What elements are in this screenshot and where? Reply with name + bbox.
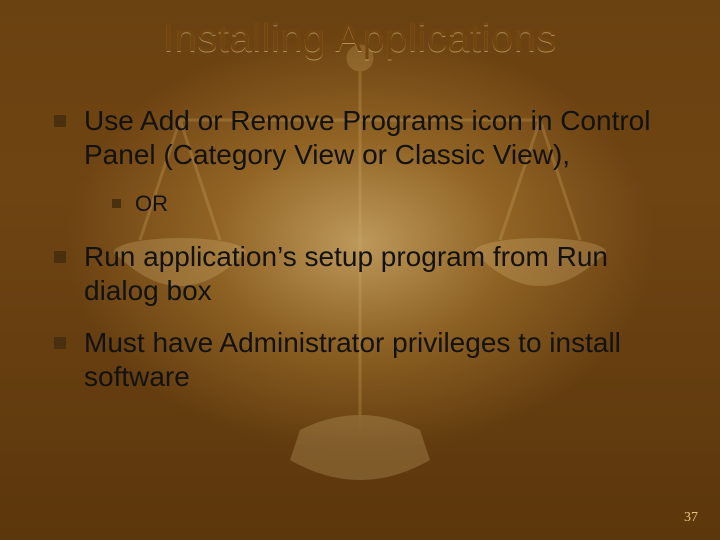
bullet-text: Use Add or Remove Programs icon in Contr…: [84, 104, 684, 172]
square-bullet-icon: [54, 251, 66, 263]
bullet-level1: Run application’s setup program from Run…: [54, 240, 684, 308]
bullet-text: Run application’s setup program from Run…: [84, 240, 684, 308]
square-bullet-icon: [54, 337, 66, 349]
bullet-level2: OR: [112, 190, 684, 218]
bullet-level1: Use Add or Remove Programs icon in Contr…: [54, 104, 684, 172]
page-number: 37: [684, 510, 698, 526]
slide-body: Use Add or Remove Programs icon in Contr…: [54, 96, 684, 500]
bullet-text: Must have Administrator privileges to in…: [84, 326, 684, 394]
square-bullet-icon: [54, 115, 66, 127]
slide-title: Installing Applications: [0, 16, 720, 61]
slide: Installing Applications Use Add or Remov…: [0, 0, 720, 540]
square-bullet-icon: [112, 199, 121, 208]
bullet-text: OR: [135, 190, 168, 218]
bullet-level1: Must have Administrator privileges to in…: [54, 326, 684, 394]
